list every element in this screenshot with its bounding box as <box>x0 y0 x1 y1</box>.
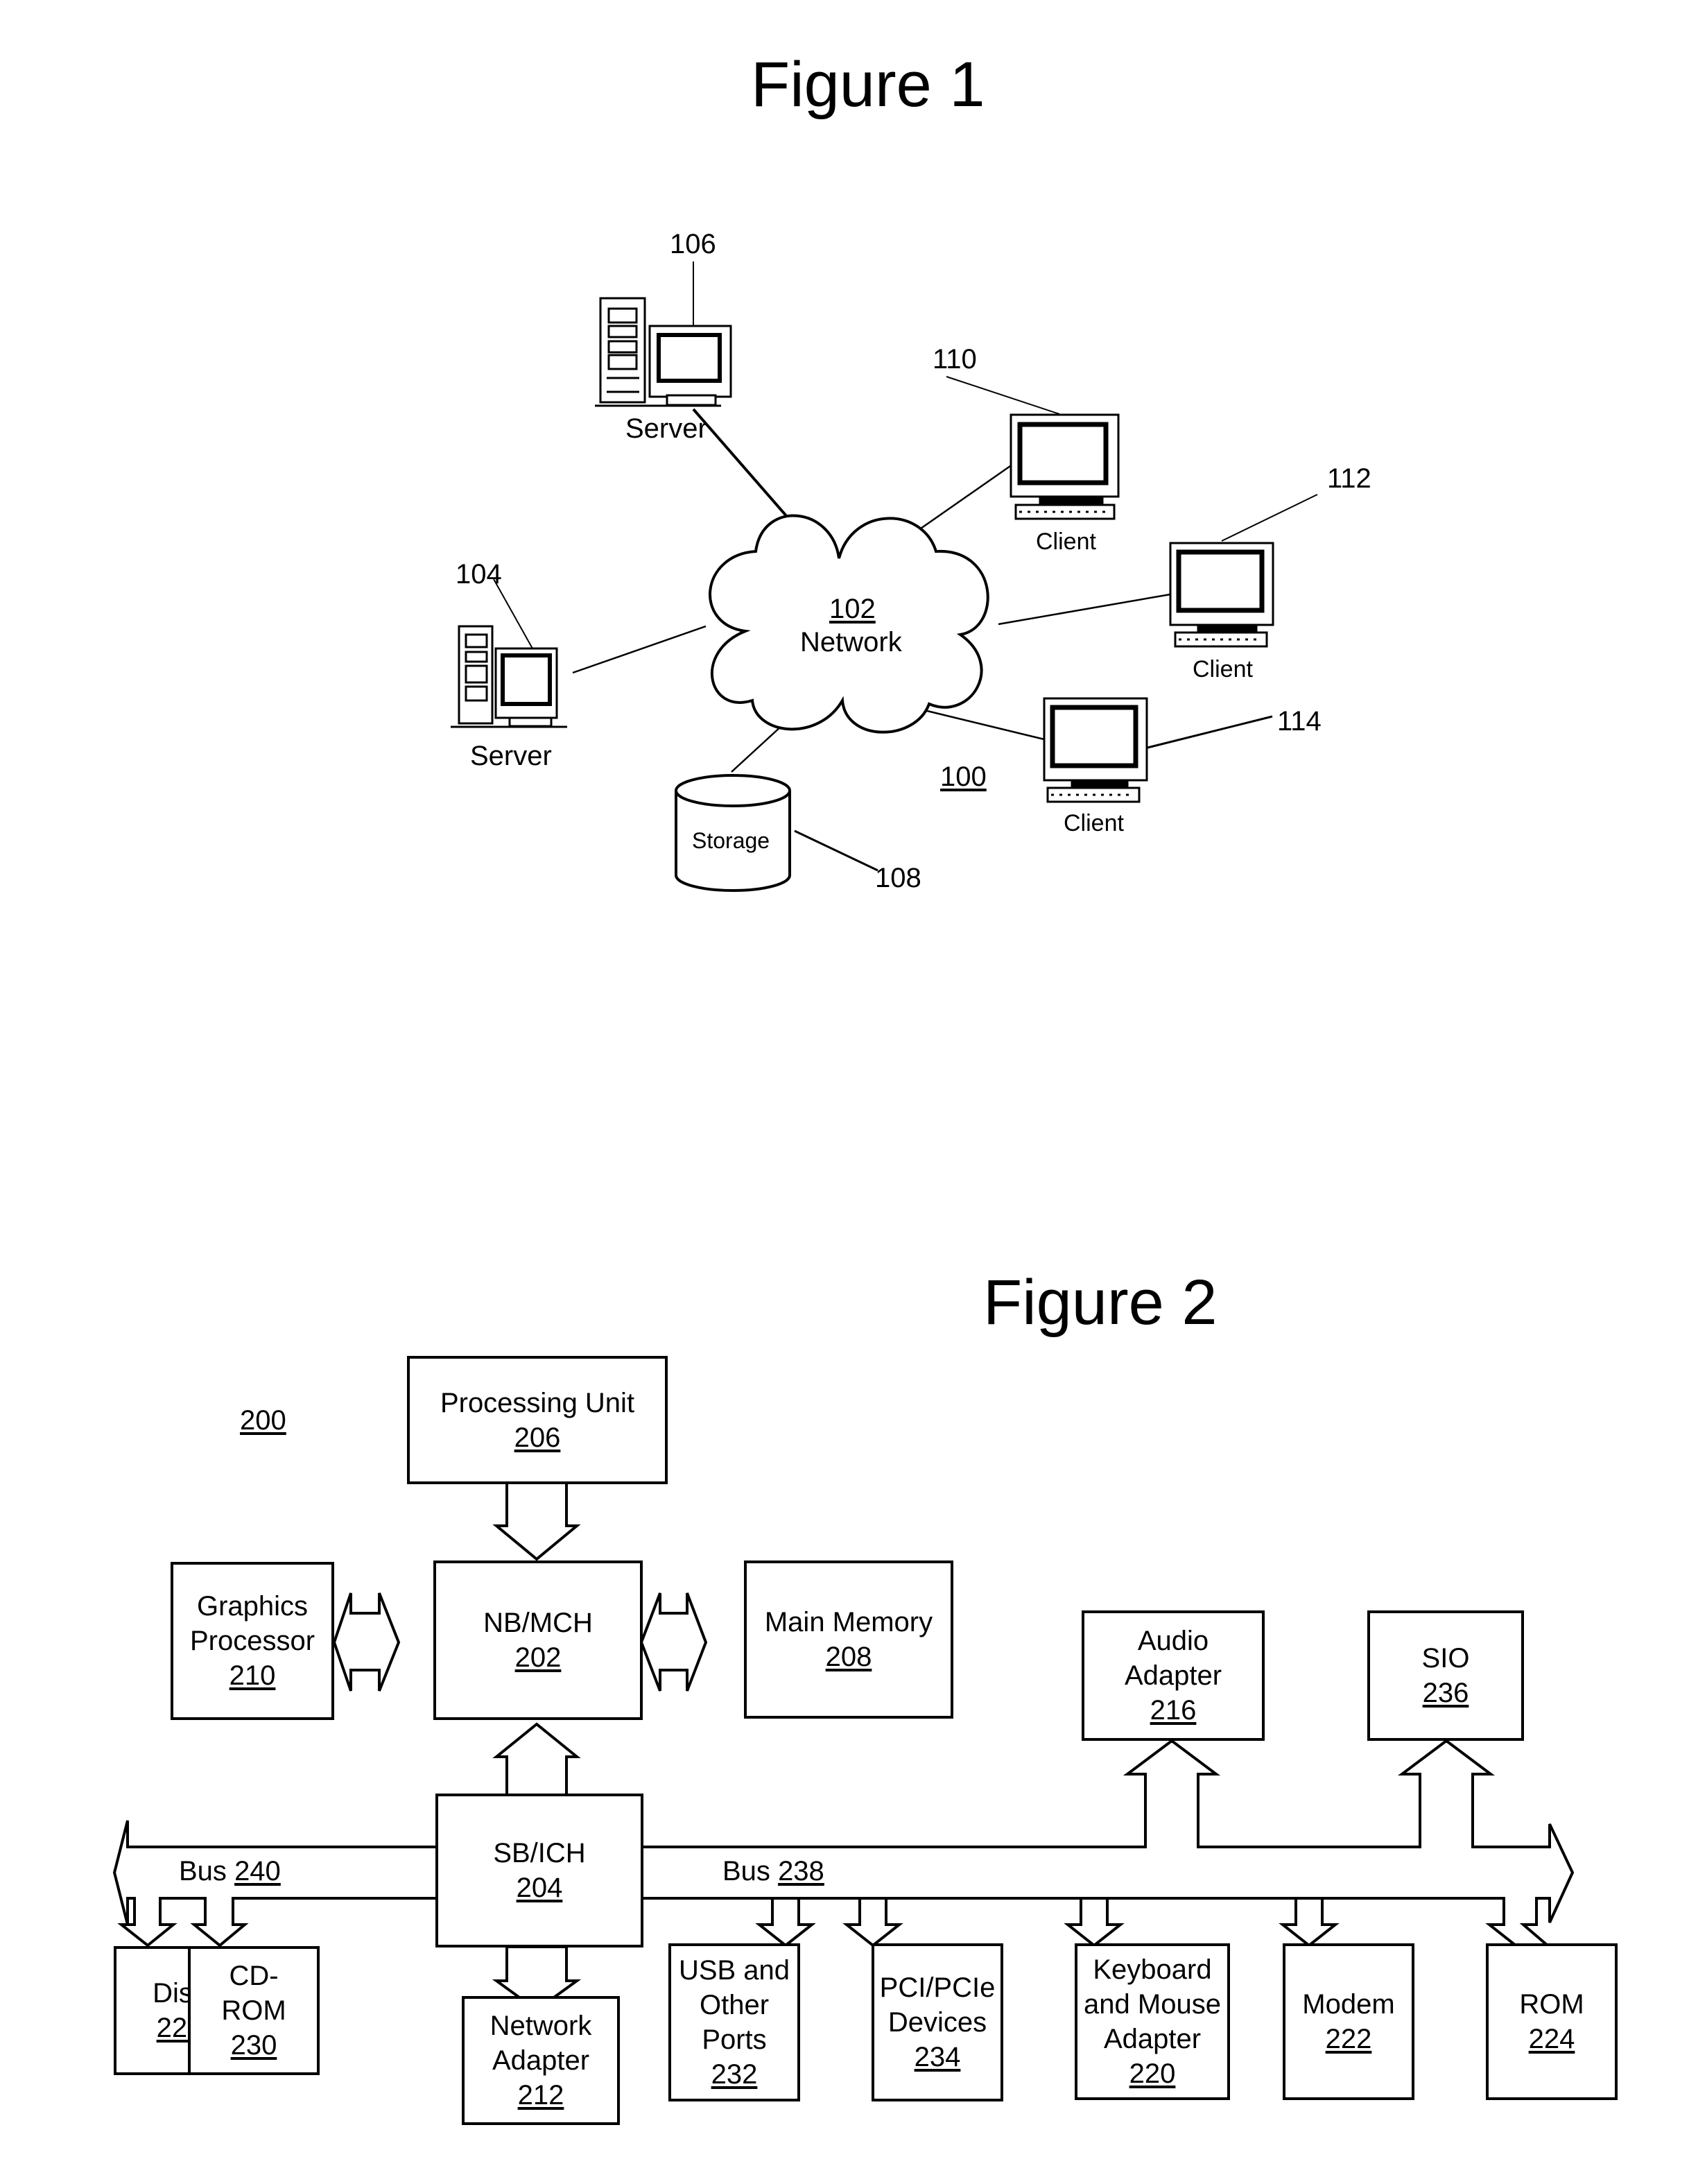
audio-ref: 216 <box>1150 1695 1197 1726</box>
usb-ref: 232 <box>711 2059 758 2090</box>
processing-unit-206: Processing Unit 206 <box>407 1356 668 1484</box>
netadapter-label-2: Adapter <box>492 2045 590 2076</box>
usb-label-3: Ports <box>702 2024 767 2055</box>
nb-mch-ref: 202 <box>514 1642 562 1673</box>
rom-label: ROM <box>1519 1989 1584 2020</box>
keyboard-label-3: Adapter <box>1103 2024 1202 2054</box>
nb-mch-202: NB/MCH 202 <box>433 1560 643 1720</box>
pci-label-1: PCI/PCIe <box>879 1972 996 2003</box>
netadapter-label-1: Network <box>490 2011 592 2041</box>
audio-label-1: Audio <box>1137 1626 1209 1656</box>
arrow-graphics-nb <box>332 1592 401 1692</box>
audio-label-2: Adapter <box>1124 1660 1222 1691</box>
modem-ref: 222 <box>1325 2024 1372 2054</box>
cdrom-ref: 230 <box>230 2030 277 2061</box>
audio-adapter-216: Audio Adapter 216 <box>1082 1610 1265 1741</box>
arrow-nb-memory <box>639 1592 708 1692</box>
keyboard-mouse-adapter-220: Keyboard and Mouse Adapter 220 <box>1075 1943 1230 2100</box>
pci-ref: 234 <box>914 2042 961 2072</box>
sb-ich-204: SB/ICH 204 <box>435 1794 643 1947</box>
graphics-processor-210: Graphics Processor 210 <box>171 1562 334 1720</box>
cdrom-230: CD- ROM 230 <box>188 1946 320 2075</box>
processing-unit-ref: 206 <box>514 1422 561 1453</box>
usb-ports-232: USB and Other Ports 232 <box>668 1943 800 2101</box>
bus-238 <box>643 1739 1575 1947</box>
sb-ich-label: SB/ICH <box>493 1838 586 1868</box>
sio-ref: 236 <box>1422 1678 1469 1708</box>
bus-240-prefix: Bus <box>179 1856 227 1886</box>
pci-label-2: Devices <box>887 2007 987 2038</box>
network-adapter-212: Network Adapter 212 <box>462 1996 620 2125</box>
bus-238-prefix: Bus <box>722 1856 770 1886</box>
main-memory-label: Main Memory <box>764 1607 933 1637</box>
sb-ich-ref: 204 <box>516 1873 563 1903</box>
keyboard-label-1: Keyboard <box>1093 1954 1212 1985</box>
modem-222: Modem 222 <box>1283 1943 1414 2100</box>
keyboard-ref: 220 <box>1129 2058 1176 2089</box>
rom-224: ROM 224 <box>1486 1943 1618 2100</box>
bus-240-label: Bus 240 <box>179 1856 281 1887</box>
pci-devices-234: PCI/PCIe Devices 234 <box>872 1943 1003 2101</box>
processing-unit-label: Processing Unit <box>440 1387 635 1418</box>
bus-240-ref: 240 <box>234 1856 281 1886</box>
graphics-ref: 210 <box>229 1660 276 1691</box>
keyboard-label-2: and Mouse <box>1084 1989 1221 2020</box>
usb-label-1: USB and <box>678 1955 790 1986</box>
modem-label: Modem <box>1302 1989 1395 2020</box>
cdrom-label-1: CD- <box>229 1961 279 1991</box>
sio-label: SIO <box>1421 1643 1470 1674</box>
graphics-label-1: Graphics <box>196 1591 309 1622</box>
bus-238-ref: 238 <box>778 1856 824 1886</box>
main-memory-208: Main Memory 208 <box>744 1560 953 1719</box>
cdrom-label-2: ROM <box>221 1995 286 2026</box>
nb-mch-label: NB/MCH <box>483 1608 593 1638</box>
rom-ref: 224 <box>1528 2024 1575 2054</box>
usb-label-2: Other <box>699 1990 770 2020</box>
sio-236: SIO 236 <box>1367 1610 1524 1741</box>
bus-238-label: Bus 238 <box>722 1856 824 1887</box>
main-memory-ref: 208 <box>825 1642 872 1672</box>
netadapter-ref: 212 <box>517 2080 564 2110</box>
graphics-label-2: Processor <box>189 1626 315 1656</box>
